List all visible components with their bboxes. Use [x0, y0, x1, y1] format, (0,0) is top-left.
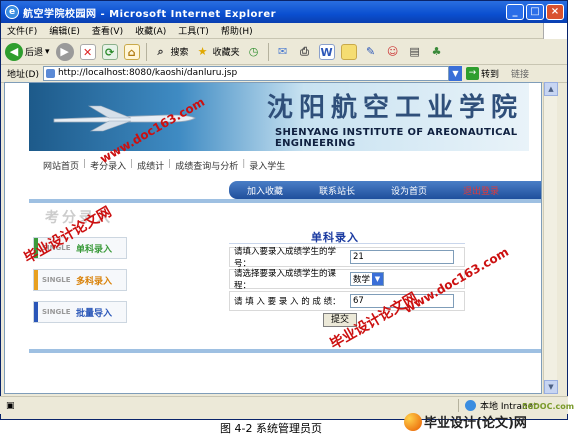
- back-label: 后退: [25, 48, 44, 58]
- maximize-button[interactable]: □: [526, 4, 544, 20]
- nav-links: 网站首页 | 考分录入 | 成绩计 | 成绩查询与分析 | 录入学生: [43, 159, 286, 172]
- toolbar: ◀ 后退 ▾ ▶ ✕ ⟳ ⌂ ⌕ 搜索 ★ 收藏夹 ◷ ✉ ⎙ W ✎ ☺ ▤ …: [1, 39, 567, 65]
- back-button[interactable]: ◀ 后退 ▾: [5, 42, 50, 61]
- star-icon: ★: [197, 44, 208, 58]
- sidebar-thumb: SINGLE: [42, 276, 71, 284]
- sidebar-marker: [34, 270, 38, 290]
- page-content: 沈阳航空工业学院 SHENYANG INSTITUTE OF AREONAUTI…: [4, 82, 542, 394]
- address-label: 地址(D): [7, 70, 39, 80]
- page-icon: [45, 69, 55, 78]
- title-bar: e 航空学院校园网 - Microsoft Internet Explorer …: [1, 1, 567, 23]
- brand-logo: 毕业设计(论文)网 56DOC.com: [404, 402, 574, 431]
- tools-icon[interactable]: ▤: [407, 44, 423, 60]
- address-url: http://localhost:8080/kaoshi/danluru.jsp: [57, 68, 238, 78]
- toolbar-divider: [267, 42, 269, 61]
- nav-add-student[interactable]: 录入学生: [249, 159, 285, 172]
- chevron-down-icon: ▼: [372, 273, 383, 285]
- chevron-down-icon: ▾: [45, 46, 50, 57]
- favorites-button[interactable]: ★ 收藏夹: [195, 44, 240, 60]
- nav-home[interactable]: 网站首页: [43, 159, 79, 172]
- mail-icon[interactable]: ✉: [275, 44, 291, 60]
- set-homepage-link[interactable]: 设为首页: [373, 184, 445, 197]
- page-status-icon: ▣: [6, 400, 15, 411]
- student-id-row: 请填入要录入成绩学生的学号：: [229, 247, 465, 269]
- ie-icon: e: [5, 5, 19, 19]
- form-divider: [229, 243, 465, 244]
- forward-button[interactable]: ▶: [55, 42, 74, 61]
- brand-text: 毕业设计(论文)网: [424, 416, 527, 431]
- logout-link[interactable]: 退出登录: [445, 184, 517, 197]
- refresh-icon[interactable]: ⟳: [101, 43, 118, 60]
- address-dropdown[interactable]: ▼: [448, 66, 462, 81]
- sidebar-item-label: 单科录入: [76, 244, 113, 255]
- student-id-input[interactable]: [350, 250, 454, 264]
- search-button[interactable]: ⌕ 搜索: [153, 44, 189, 60]
- history-icon[interactable]: ◷: [246, 44, 262, 60]
- banner: 沈阳航空工业学院 SHENYANG INSTITUTE OF AREONAUTI…: [29, 83, 529, 151]
- footer-divider: [29, 349, 541, 353]
- menu-tools[interactable]: 工具(T): [178, 24, 209, 37]
- search-label: 搜索: [170, 48, 189, 58]
- sidebar-marker: [34, 302, 38, 322]
- add-favorite-link[interactable]: 加入收藏: [229, 184, 301, 197]
- student-id-label: 请填入要录入成绩学生的学号：: [234, 247, 337, 269]
- favorites-label: 收藏夹: [212, 48, 240, 58]
- sidebar-item-label: 批量导入: [76, 308, 113, 319]
- course-select[interactable]: 数学 ▼: [350, 272, 384, 286]
- close-button[interactable]: ×: [546, 4, 564, 20]
- course-row: 请选择要录入成绩学生的课程： 数学 ▼: [229, 269, 465, 291]
- score-label: 请 填 入 要 录 入 的 成 绩：: [234, 297, 341, 307]
- toolbar-divider: [145, 42, 147, 61]
- menu-favorites[interactable]: 收藏(A): [135, 24, 166, 37]
- edit-icon[interactable]: W: [318, 43, 335, 60]
- people-icon[interactable]: ♣: [429, 44, 445, 60]
- menu-bar: 文件(F) 编辑(E) 查看(V) 收藏(A) 工具(T) 帮助(H): [1, 22, 567, 39]
- address-input[interactable]: http://localhost:8080/kaoshi/danluru.jsp: [42, 66, 449, 81]
- minimize-button[interactable]: _: [506, 4, 524, 20]
- vertical-scrollbar[interactable]: ▲ ▼: [543, 82, 558, 394]
- go-button[interactable]: → 转到: [465, 67, 499, 80]
- links-button[interactable]: 链接: [511, 67, 529, 80]
- scroll-up-icon[interactable]: ▲: [544, 82, 558, 96]
- school-name-cn: 沈阳航空工业学院: [267, 93, 524, 123]
- menu-edit[interactable]: 编辑(E): [49, 24, 80, 37]
- menu-help[interactable]: 帮助(H): [221, 24, 253, 37]
- back-arrow-icon: ◀: [5, 42, 23, 61]
- course-selected: 数学: [353, 275, 371, 285]
- school-name-en: SHENYANG INSTITUTE OF AREONAUTICAL ENGIN…: [275, 127, 518, 149]
- print-icon[interactable]: ⎙: [297, 44, 313, 60]
- course-label: 请选择要录入成绩学生的课程：: [234, 269, 337, 291]
- sidebar-item-batch-import[interactable]: SINGLE 批量导入: [33, 301, 127, 323]
- windows-logo-icon: [543, 22, 567, 39]
- menu-file[interactable]: 文件(F): [7, 24, 37, 37]
- search-icon: ⌕: [157, 44, 164, 58]
- sidebar-item-label: 多科录入: [76, 276, 113, 287]
- logo-icon: [404, 412, 422, 431]
- home-icon[interactable]: ⌂: [123, 43, 140, 60]
- sidebar-item-multi-entry[interactable]: SINGLE 多科录入: [33, 269, 127, 291]
- go-label: 转到: [480, 70, 499, 80]
- nav-score-query[interactable]: 成绩查询与分析: [175, 159, 238, 172]
- nav-score-stats[interactable]: 成绩计: [137, 159, 164, 172]
- scroll-down-icon[interactable]: ▼: [544, 380, 558, 394]
- research-icon[interactable]: ☺: [385, 44, 401, 60]
- figure-caption: 图 4-2 系统管理员页: [220, 422, 322, 435]
- menu-view[interactable]: 查看(V): [92, 24, 123, 37]
- brand-site: 56DOC.com: [522, 402, 574, 411]
- address-bar: 地址(D) http://localhost:8080/kaoshi/danlu…: [1, 65, 567, 83]
- window-title: 航空学院校园网 - Microsoft Internet Explorer: [23, 8, 277, 20]
- stop-icon[interactable]: ✕: [79, 43, 96, 60]
- discuss-icon[interactable]: [340, 43, 357, 60]
- contact-admin-link[interactable]: 联系站长: [301, 184, 373, 197]
- messenger-icon[interactable]: ✎: [363, 44, 379, 60]
- sidebar-thumb: SINGLE: [42, 308, 71, 316]
- top-nav-bar: 加入收藏 联系站长 设为首页 退出登录: [229, 181, 541, 199]
- globe-icon: [465, 400, 476, 411]
- go-arrow-icon: →: [465, 67, 479, 80]
